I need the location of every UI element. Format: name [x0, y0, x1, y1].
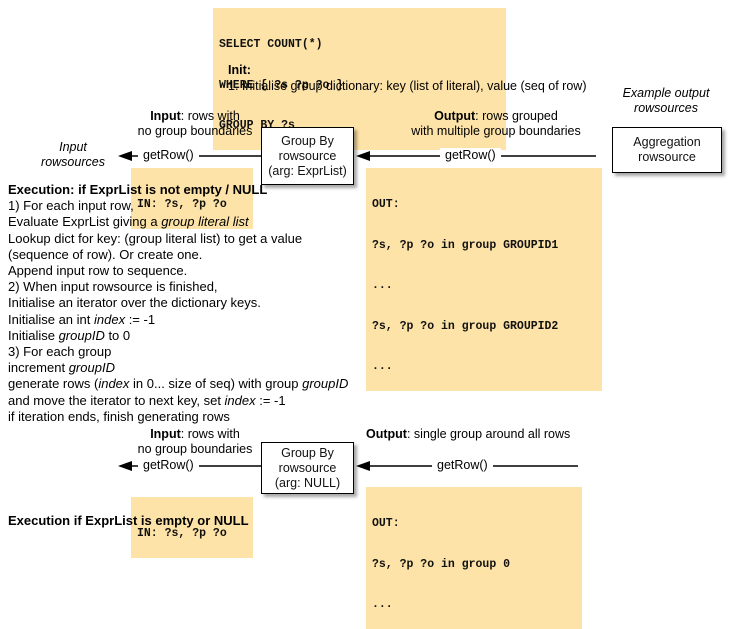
group-by-rowsource-node-1[interactable]: Group By rowsource (arg: ExprList) [261, 127, 354, 185]
node1-line1: Group By [281, 133, 334, 148]
out-line: ?s, ?p ?o in group GROUPID1 [372, 238, 559, 252]
diagram2-left-arrow-label: getRow() [138, 458, 199, 472]
diagram1-output-strong: Output [434, 109, 476, 123]
query-line: SELECT COUNT(*) [219, 38, 323, 51]
out-line: ?s, ?p ?o in group GROUPID2 [372, 319, 559, 333]
execution1-line: 3) For each group [8, 344, 112, 360]
input-rowsources-line1: Input [59, 140, 87, 154]
diagram2-output-label: Output: single group around all rows [366, 427, 570, 442]
diagram2-output-strong: Output [366, 427, 407, 441]
out-line: ... [372, 598, 393, 611]
out-line: OUT: [372, 517, 400, 530]
diagram2-out-block: OUT: ?s, ?p ?o in group 0 ... [366, 487, 582, 629]
aggregation-line1: Aggregation [633, 135, 701, 149]
diagram1-output-rest: : rows grouped [475, 109, 558, 123]
init-step-1: 1. Initialise group dictionary: key (lis… [228, 79, 587, 93]
out-line: ... [372, 360, 393, 373]
diagram1-input-strong: Input [150, 109, 181, 123]
execution-block-1: Execution: if ExprList is not empty / NU… [8, 182, 348, 425]
diagram1-input-rest: : rows with [180, 109, 240, 123]
out-line: ... [372, 279, 393, 292]
execution1-line: if iteration ends, finish generating row… [8, 408, 230, 424]
execution1-line: and move the iterator to next key, set i… [8, 392, 286, 408]
input-rowsources-line2: rowsources [41, 155, 105, 169]
diagram1-input-line2: no group boundaries [137, 124, 253, 138]
execution2-heading: Execution if ExprList is empty or NULL [8, 513, 249, 528]
diagram1-output-line2: with multiple group boundaries [411, 124, 581, 138]
diagram2-output-rest: : single group around all rows [406, 427, 571, 441]
diagram1-right-arrow-label: getRow() [440, 148, 501, 162]
diagram2-input-label: Input: rows with no group boundaries [110, 427, 280, 457]
out-line: OUT: [372, 198, 400, 211]
diagram2-right-arrow-label: getRow() [432, 458, 493, 472]
execution1-line: generate rows (index in 0... size of seq… [8, 376, 349, 392]
init-heading: Init: [228, 63, 251, 77]
node1-line3: (arg: ExprList) [268, 163, 347, 178]
diagram1-left-arrow-label: getRow() [138, 148, 199, 162]
node2-line1: Group By [281, 445, 334, 460]
node1-line2: rowsource [278, 148, 337, 163]
out-line: ?s, ?p ?o in group 0 [372, 557, 511, 571]
execution-block-2-heading: Execution if ExprList is empty or NULL [8, 513, 249, 529]
execution1-line: 1) For each input row, [8, 198, 134, 214]
example-output-line1: Example output [622, 86, 710, 100]
diagram1-input-label: Input: rows with no group boundaries [110, 109, 280, 139]
example-output-line2: rowsources [634, 101, 698, 115]
diagram1-input-rowsources-label: Input rowsources [18, 140, 128, 170]
node2-line3: (arg: NULL) [274, 475, 341, 490]
execution1-line: Lookup dict for key: (group literal list… [8, 230, 303, 246]
execution1-line: Initialise groupID to 0 [8, 327, 131, 343]
diagram1-output-label: Output: rows grouped with multiple group… [372, 109, 620, 139]
execution1-line: 2) When input rowsource is finished, [8, 279, 218, 295]
group-by-rowsource-node-2[interactable]: Group By rowsource (arg: NULL) [261, 442, 354, 494]
execution1-line: (sequence of row). Or create one. [8, 246, 203, 262]
diagram2-input-strong: Input [150, 427, 181, 441]
execution1-line: Evaluate ExprList giving a group literal… [8, 214, 249, 230]
diagram2-input-rest: : rows with [180, 427, 240, 441]
diagram2-input-line2: no group boundaries [137, 442, 253, 456]
execution1-line: Execution: if ExprList is not empty / NU… [8, 182, 268, 197]
node2-line2: rowsource [278, 460, 337, 475]
execution1-line: Initialise an int index := -1 [8, 311, 156, 327]
diagram1-out-block: OUT: ?s, ?p ?o in group GROUPID1 ... ?s,… [366, 168, 602, 391]
execution1-line: increment groupID [8, 360, 115, 376]
aggregation-line2: rowsource [638, 150, 696, 164]
execution1-line: Append input row to sequence. [8, 263, 188, 279]
aggregation-rowsource-node[interactable]: Aggregation rowsource [612, 127, 722, 173]
execution1-line: Initialise an iterator over the dictiona… [8, 295, 261, 311]
